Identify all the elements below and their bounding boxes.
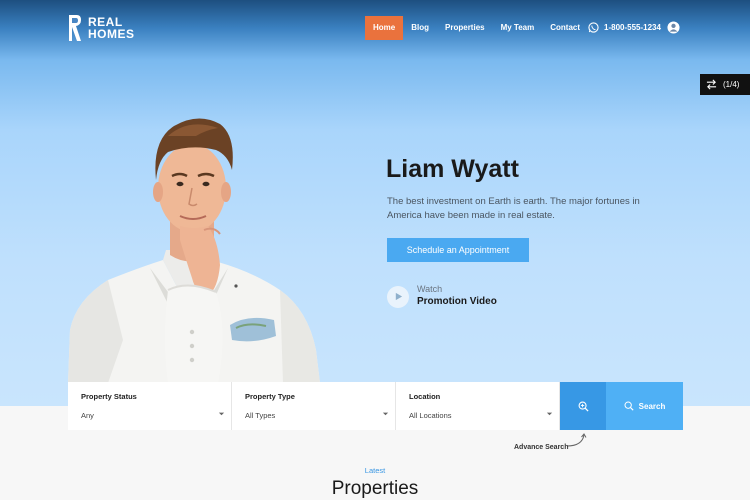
search-button[interactable]: Search [606,382,683,430]
main-nav: Home Blog Properties My Team Contact [365,16,588,40]
field-value: All Types [245,411,276,420]
field-value: Any [81,411,94,420]
agent-photo [68,118,320,383]
phone-link[interactable]: 1-800-555-1234 [588,22,661,33]
logo-line-2: HOMES [88,27,135,41]
agent-description: The best investment on Earth is earth. T… [387,196,640,221]
nav-blog[interactable]: Blog [403,16,437,40]
whatsapp-icon [588,22,599,33]
caret-down-icon [382,412,389,416]
zoom-in-icon [578,401,589,412]
swap-arrows-icon [706,79,717,90]
nav-contact[interactable]: Contact [542,16,588,40]
video-text: Watch Promotion Video [417,284,497,309]
nav-my-team[interactable]: My Team [493,16,543,40]
video-title: Promotion Video [417,296,497,307]
section-title: Properties [331,478,419,499]
section-eyebrow: Latest [364,466,386,475]
nav-home[interactable]: Home [365,16,404,40]
location-select[interactable]: Location All Locations [396,382,560,430]
agent-name: Liam Wyatt [386,155,519,183]
slider-counter-label: (1/4) [723,80,740,89]
search-icon [624,401,634,411]
advance-search-button[interactable] [560,382,606,430]
logo-mark-icon [69,15,81,41]
play-icon [395,292,402,301]
caret-down-icon [218,412,225,416]
property-search-form: Property Status Any Property Type All Ty… [68,382,683,430]
nav-properties[interactable]: Properties [437,16,493,40]
user-icon[interactable] [667,21,680,34]
slider-counter[interactable]: (1/4) [700,74,750,95]
property-type-select[interactable]: Property Type All Types [232,382,396,430]
site-logo[interactable]: REAL HOMES [67,14,138,42]
field-label: Location [409,392,441,401]
property-status-select[interactable]: Property Status Any [68,382,232,430]
advance-search-label[interactable]: Advance Search [514,444,568,451]
field-value: All Locations [409,411,452,420]
video-watch-label: Watch [417,284,443,294]
logo-text: REAL HOMES [88,16,138,40]
promotion-video-link[interactable]: Watch Promotion Video [387,284,497,309]
play-button[interactable] [387,285,409,308]
field-label: Property Status [81,392,137,401]
search-button-label: Search [638,401,666,411]
field-label: Property Type [245,392,295,401]
phone-number: 1-800-555-1234 [604,23,661,32]
schedule-appointment-button[interactable]: Schedule an Appointment [387,238,529,262]
caret-down-icon [546,412,553,416]
curved-arrow-icon [566,433,587,447]
